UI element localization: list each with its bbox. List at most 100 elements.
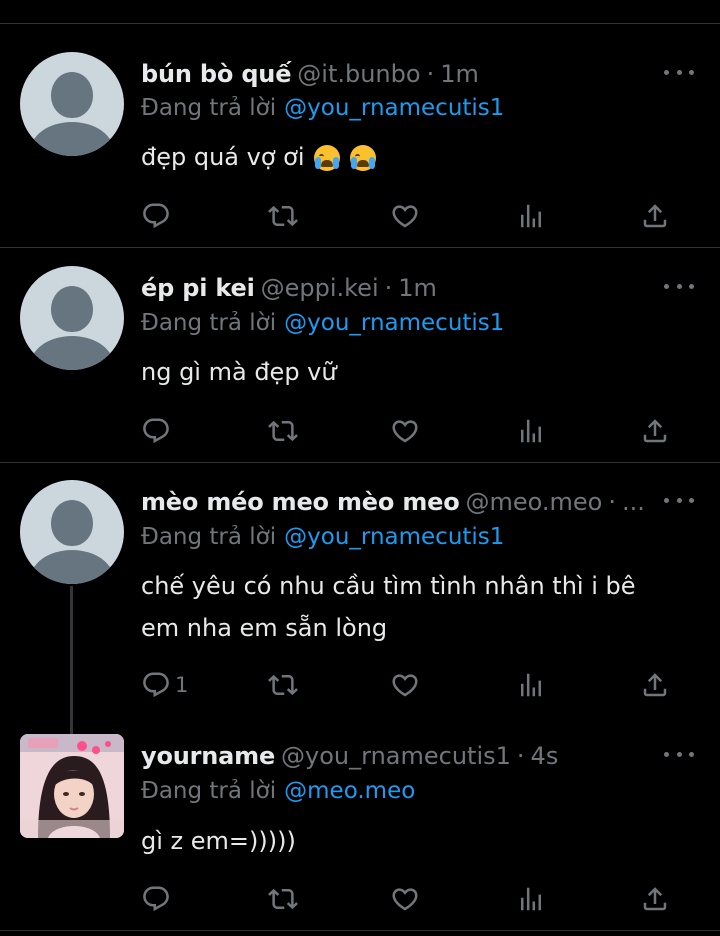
- tweet-text-line: em nha em sẵn lòng: [141, 614, 388, 642]
- retweet-icon: [268, 420, 298, 442]
- more-icon[interactable]: [664, 62, 694, 82]
- tweet-actions: 1: [0, 665, 720, 705]
- share-button[interactable]: [640, 665, 670, 705]
- default-avatar[interactable]: [20, 480, 124, 584]
- timestamp[interactable]: 4s: [531, 742, 559, 770]
- views-button[interactable]: [516, 665, 546, 705]
- views-button[interactable]: [516, 879, 546, 919]
- reply-button[interactable]: [141, 411, 171, 451]
- user-handle[interactable]: @meo.meo: [466, 488, 603, 516]
- more-icon[interactable]: [664, 276, 694, 296]
- retweet-button[interactable]: [268, 879, 298, 919]
- views-icon: [521, 887, 541, 911]
- tweet-text: gì z em=))))): [141, 827, 296, 855]
- tweet-text-content: đẹp quá vợ ơi: [141, 143, 305, 171]
- replying-to: Đang trả lời @you_rnamecutis1: [141, 92, 504, 124]
- tweet-header: mèo méo meo mèo meo @meo.meo · ...: [141, 485, 645, 519]
- views-icon: [521, 673, 541, 697]
- display-name[interactable]: ép pi kei: [141, 274, 255, 302]
- top-divider: [0, 23, 720, 24]
- timestamp[interactable]: 1m: [440, 60, 479, 88]
- separator-dot: ·: [516, 742, 525, 770]
- tweet-header: bún bò quế @it.bunbo · 1m: [141, 57, 479, 91]
- mention-link[interactable]: @you_rnamecutis1: [284, 95, 504, 121]
- reply-button[interactable]: 1: [141, 665, 188, 705]
- bottom-divider: [0, 930, 720, 931]
- tweet-text-line: chế yêu có nhu cầu tìm tình nhân thì i b…: [141, 572, 636, 600]
- retweet-icon: [268, 205, 298, 227]
- retweet-icon: [268, 674, 298, 696]
- reply-button[interactable]: [141, 879, 171, 919]
- tweet-actions: [0, 196, 720, 236]
- display-name[interactable]: bún bò quế: [141, 60, 291, 88]
- share-icon: [643, 419, 667, 443]
- more-icon[interactable]: [664, 490, 694, 510]
- retweet-icon: [268, 888, 298, 910]
- views-button[interactable]: [516, 411, 546, 451]
- like-button[interactable]: [390, 411, 420, 451]
- like-icon: [392, 205, 418, 228]
- share-button[interactable]: [640, 196, 670, 236]
- tweet-divider: [0, 462, 720, 463]
- share-button[interactable]: [640, 879, 670, 919]
- replying-to: Đang trả lời @you_rnamecutis1: [141, 307, 504, 339]
- tweet-divider: [0, 247, 720, 248]
- replying-to: Đang trả lời @meo.meo: [141, 775, 415, 807]
- display-name[interactable]: yourname: [141, 742, 275, 770]
- like-button[interactable]: [390, 879, 420, 919]
- separator-dot: ·: [384, 274, 393, 302]
- reply-icon: [143, 418, 169, 444]
- share-icon: [643, 673, 667, 697]
- default-avatar[interactable]: [20, 52, 124, 156]
- replying-label: Đang trả lời: [141, 95, 277, 121]
- tweet-header: yourname @you_rnamecutis1 · 4s: [141, 739, 558, 773]
- default-avatar[interactable]: [20, 266, 124, 370]
- separator-dot: ·: [426, 60, 435, 88]
- tweet-text: đẹp quá vợ ơi: [141, 136, 681, 178]
- retweet-button[interactable]: [268, 411, 298, 451]
- tweet-actions: [0, 879, 720, 919]
- mention-link[interactable]: @you_rnamecutis1: [284, 524, 504, 550]
- like-button[interactable]: [390, 665, 420, 705]
- timestamp[interactable]: 1m: [398, 274, 437, 302]
- views-icon: [521, 419, 541, 443]
- tweet-text: ng gì mà đẹp vữ: [141, 358, 337, 386]
- mention-link[interactable]: @meo.meo: [284, 778, 415, 804]
- views-icon: [521, 204, 541, 228]
- user-handle[interactable]: @it.bunbo: [297, 60, 420, 88]
- like-icon: [392, 888, 418, 911]
- display-name[interactable]: mèo méo meo mèo meo: [141, 488, 460, 516]
- share-button[interactable]: [640, 411, 670, 451]
- retweet-button[interactable]: [268, 665, 298, 705]
- retweet-button[interactable]: [268, 196, 298, 236]
- thread-connector-line: [70, 586, 73, 734]
- more-icon[interactable]: [664, 744, 694, 764]
- like-button[interactable]: [390, 196, 420, 236]
- separator-dot: ·: [608, 488, 617, 516]
- reply-icon: [143, 672, 169, 698]
- tweet-actions: [0, 411, 720, 451]
- profile-photo-image: [20, 734, 124, 838]
- replying-label: Đang trả lời: [141, 310, 277, 336]
- profile-photo-avatar[interactable]: [20, 734, 124, 838]
- tweet-text: chế yêu có nhu cầu tìm tình nhân thì i b…: [141, 565, 681, 649]
- mention-link[interactable]: @you_rnamecutis1: [284, 310, 504, 336]
- reply-icon: [143, 203, 169, 229]
- views-button[interactable]: [516, 196, 546, 236]
- reply-icon: [143, 886, 169, 912]
- share-icon: [643, 887, 667, 911]
- replying-label: Đang trả lời: [141, 524, 277, 550]
- reply-count: 1: [175, 673, 189, 697]
- replying-label: Đang trả lời: [141, 778, 277, 804]
- user-handle[interactable]: @eppi.kei: [261, 274, 379, 302]
- user-handle[interactable]: @you_rnamecutis1: [281, 742, 511, 770]
- loudly-crying-face-emoji-icon: [314, 145, 341, 171]
- like-icon: [392, 420, 418, 443]
- share-icon: [643, 204, 667, 228]
- replying-to: Đang trả lời @you_rnamecutis1: [141, 521, 504, 553]
- reply-button[interactable]: [141, 196, 175, 236]
- tweet-header: ép pi kei @eppi.kei · 1m: [141, 271, 437, 305]
- loudly-crying-face-emoji-icon: [349, 145, 376, 171]
- like-icon: [392, 674, 418, 697]
- timestamp[interactable]: ...: [622, 488, 645, 516]
